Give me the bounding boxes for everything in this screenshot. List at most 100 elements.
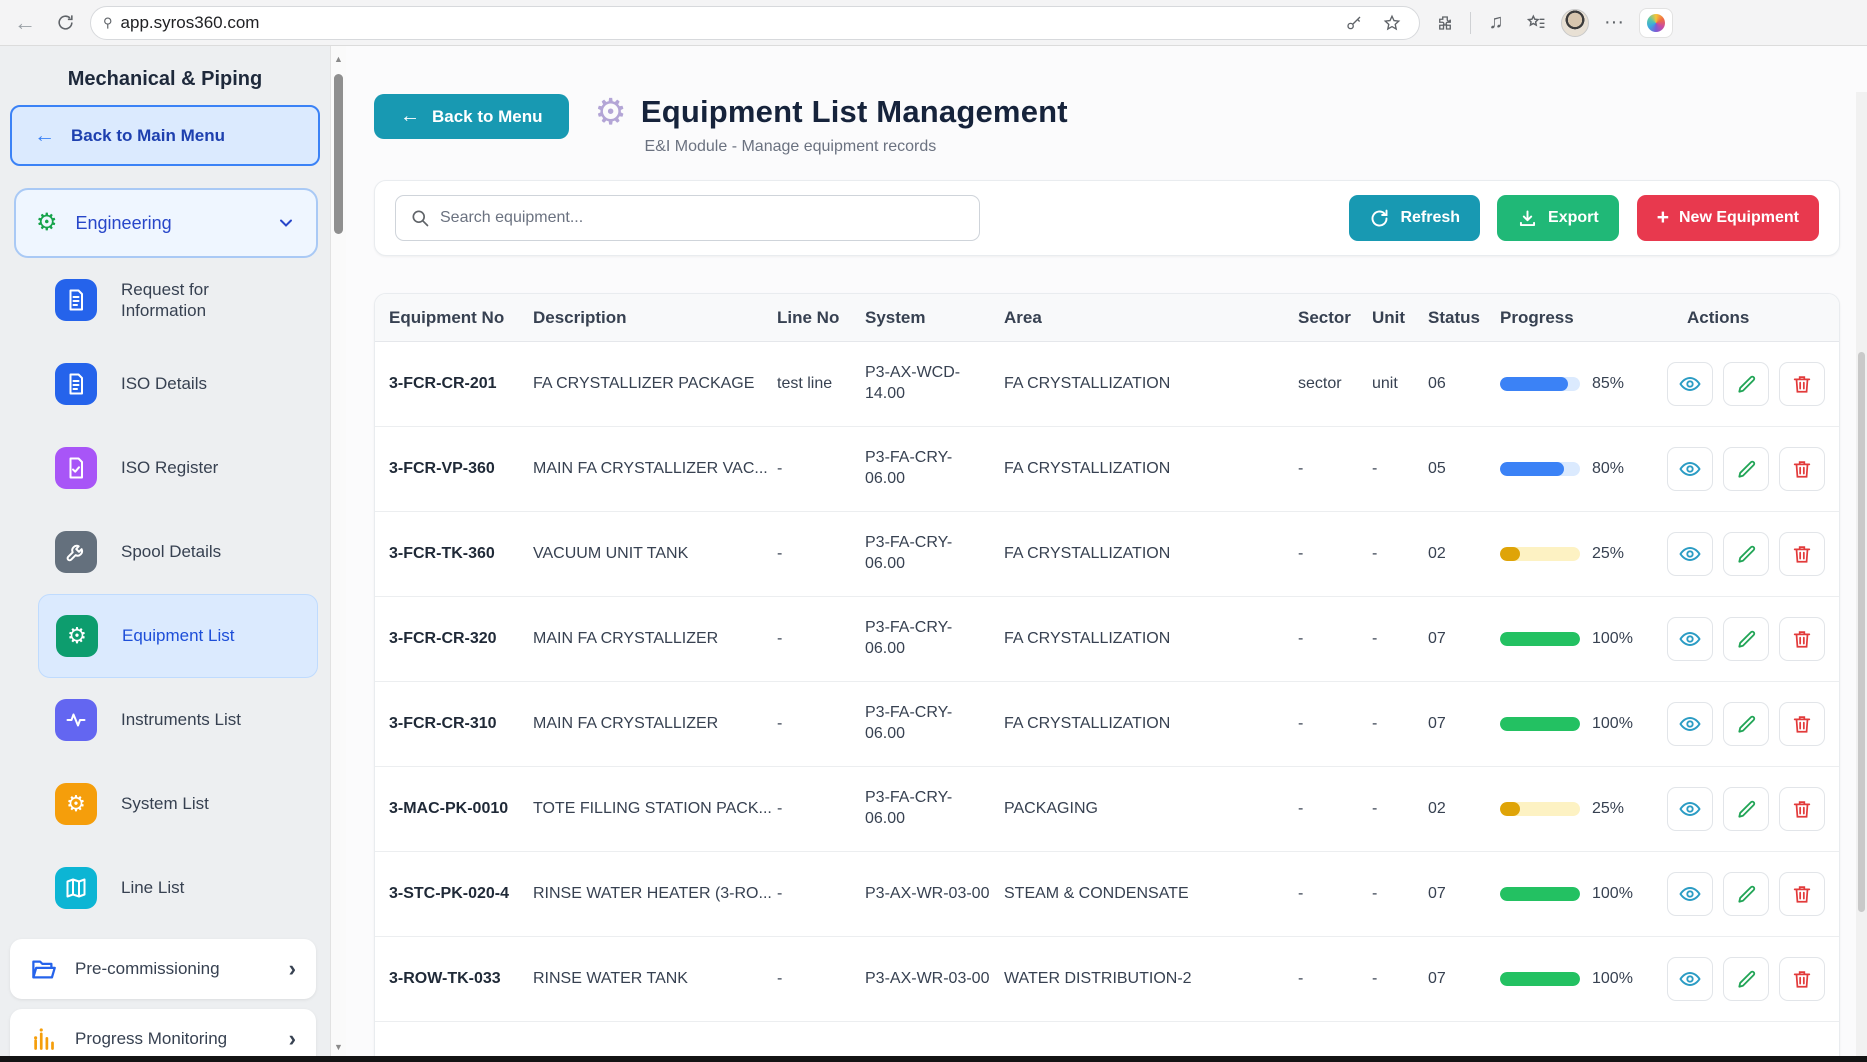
scroll-down-arrow-icon[interactable]: ▼ <box>331 1042 346 1052</box>
cell-system: P3-AX-WCD-14.00 <box>865 363 1004 405</box>
sidebar-item-request-for-information[interactable]: Request for Information <box>38 258 318 342</box>
sidebar-item-icon: ⚙ <box>55 783 97 825</box>
page-scrollbar[interactable] <box>1856 92 1867 1062</box>
extensions-icon[interactable] <box>1430 8 1460 38</box>
profile-avatar[interactable] <box>1561 9 1589 37</box>
cell-sector: - <box>1298 800 1372 818</box>
new-equipment-button[interactable]: + New Equipment <box>1637 195 1819 241</box>
cell-progress: 85% <box>1500 375 1665 393</box>
delete-button[interactable] <box>1779 447 1825 491</box>
cell-unit: - <box>1372 970 1428 988</box>
view-button[interactable] <box>1667 787 1713 831</box>
view-button[interactable] <box>1667 702 1713 746</box>
edit-button[interactable] <box>1723 872 1769 916</box>
edit-button[interactable] <box>1723 532 1769 576</box>
sidebar-item-label: Request for Information <box>121 279 286 322</box>
sidebar-item-icon <box>55 363 97 405</box>
cell-actions <box>1665 617 1831 661</box>
edit-button[interactable] <box>1723 787 1769 831</box>
progress-label: 80% <box>1592 460 1624 478</box>
col-actions: Actions <box>1665 308 1831 328</box>
cell-description: RINSE WATER TANK <box>533 970 777 988</box>
sidebar-scrollbar-thumb[interactable] <box>334 74 343 234</box>
sidebar-item-line-list[interactable]: Line List <box>38 846 318 930</box>
page-scrollbar-thumb[interactable] <box>1858 352 1865 912</box>
cell-line-no: - <box>777 885 865 903</box>
edit-button[interactable] <box>1723 362 1769 406</box>
view-button[interactable] <box>1667 532 1713 576</box>
sidebar-item-pre-commissioning[interactable]: Pre-commissioning › <box>10 939 316 999</box>
eye-icon <box>1678 542 1702 566</box>
edit-button[interactable] <box>1723 957 1769 1001</box>
cell-progress: 100% <box>1500 630 1665 648</box>
refresh-button[interactable]: Refresh <box>1349 195 1480 241</box>
sidebar-item-spool-details[interactable]: Spool Details <box>38 510 318 594</box>
edit-button[interactable] <box>1723 617 1769 661</box>
view-button[interactable] <box>1667 447 1713 491</box>
sidebar-item-icon <box>55 867 97 909</box>
search-input[interactable] <box>440 209 965 227</box>
url-text[interactable]: app.syros360.com <box>121 13 1331 33</box>
view-button[interactable] <box>1667 872 1713 916</box>
delete-button[interactable] <box>1779 362 1825 406</box>
settings-more-icon[interactable]: ··· <box>1599 8 1629 38</box>
delete-button[interactable] <box>1779 872 1825 916</box>
section-engineering[interactable]: ⚙ Engineering <box>14 188 318 258</box>
cell-description: MAIN FA CRYSTALLIZER <box>533 630 777 648</box>
address-bar[interactable]: ⚲ app.syros360.com <box>90 6 1420 40</box>
sidebar-item-iso-register[interactable]: ISO Register <box>38 426 318 510</box>
sidebar-scrollbar[interactable]: ▲ ▼ <box>330 46 346 1062</box>
view-button[interactable] <box>1667 362 1713 406</box>
delete-button[interactable] <box>1779 532 1825 576</box>
delete-button[interactable] <box>1779 702 1825 746</box>
screen-bottom-edge <box>0 1056 1867 1062</box>
engineering-gear-icon: ⚙ <box>36 211 58 235</box>
sidebar-item-progress-monitoring[interactable]: Progress Monitoring › <box>10 1009 316 1062</box>
view-button[interactable] <box>1667 617 1713 661</box>
sidebar-item-label: Instruments List <box>121 709 286 730</box>
media-controls-icon[interactable]: ♫ <box>1481 8 1511 38</box>
progress-bar <box>1500 972 1580 986</box>
delete-button[interactable] <box>1779 617 1825 661</box>
edit-button[interactable] <box>1723 447 1769 491</box>
table-body: 3-FCR-CR-201 FA CRYSTALLIZER PACKAGE tes… <box>375 342 1839 1022</box>
sidebar-item-label: Spool Details <box>121 541 286 562</box>
browser-refresh-icon[interactable] <box>50 8 80 38</box>
progress-bar <box>1500 377 1580 391</box>
favorite-star-icon[interactable] <box>1377 8 1407 38</box>
sidebar-item-system-list[interactable]: ⚙ System List <box>38 762 318 846</box>
cell-progress: 100% <box>1500 970 1665 988</box>
password-key-icon[interactable] <box>1339 8 1369 38</box>
scroll-up-arrow-icon[interactable]: ▲ <box>331 54 346 64</box>
delete-button[interactable] <box>1779 957 1825 1001</box>
collections-icon[interactable] <box>1521 8 1551 38</box>
progress-label: 85% <box>1592 375 1624 393</box>
sidebar-item-iso-details[interactable]: ISO Details <box>38 342 318 426</box>
back-to-main-menu-button[interactable]: ← Back to Main Menu <box>10 105 320 166</box>
sidebar-item-equipment-list[interactable]: ⚙ Equipment List <box>38 594 318 678</box>
chevron-right-icon: › <box>289 956 296 982</box>
cell-status: 07 <box>1428 630 1500 648</box>
col-progress: Progress <box>1500 308 1665 328</box>
export-button[interactable]: Export <box>1497 195 1619 241</box>
copilot-icon[interactable] <box>1639 8 1673 38</box>
search-box[interactable] <box>395 195 980 241</box>
pencil-icon <box>1735 373 1758 396</box>
sidebar-item-instruments-list[interactable]: Instruments List <box>38 678 318 762</box>
site-info-icon[interactable]: ⚲ <box>103 15 113 31</box>
browser-back-icon[interactable]: ← <box>10 8 40 38</box>
cell-unit: - <box>1372 545 1428 563</box>
delete-button[interactable] <box>1779 787 1825 831</box>
view-button[interactable] <box>1667 957 1713 1001</box>
cell-system: P3-FA-CRY-06.00 <box>865 448 1004 490</box>
back-to-menu-button[interactable]: ← Back to Menu <box>374 94 569 139</box>
cell-actions <box>1665 532 1831 576</box>
edit-button[interactable] <box>1723 702 1769 746</box>
cell-system: P3-FA-CRY-06.00 <box>865 703 1004 745</box>
progress-label: 100% <box>1592 970 1633 988</box>
sidebar-title: Mechanical & Piping <box>0 68 330 91</box>
cell-equipment-no: 3-FCR-CR-201 <box>389 375 533 393</box>
table-row: 3-FCR-CR-320 MAIN FA CRYSTALLIZER - P3-F… <box>375 597 1839 682</box>
cell-equipment-no: 3-ROW-TK-033 <box>389 970 533 988</box>
table-header-row: Equipment No Description Line No System … <box>375 294 1839 342</box>
